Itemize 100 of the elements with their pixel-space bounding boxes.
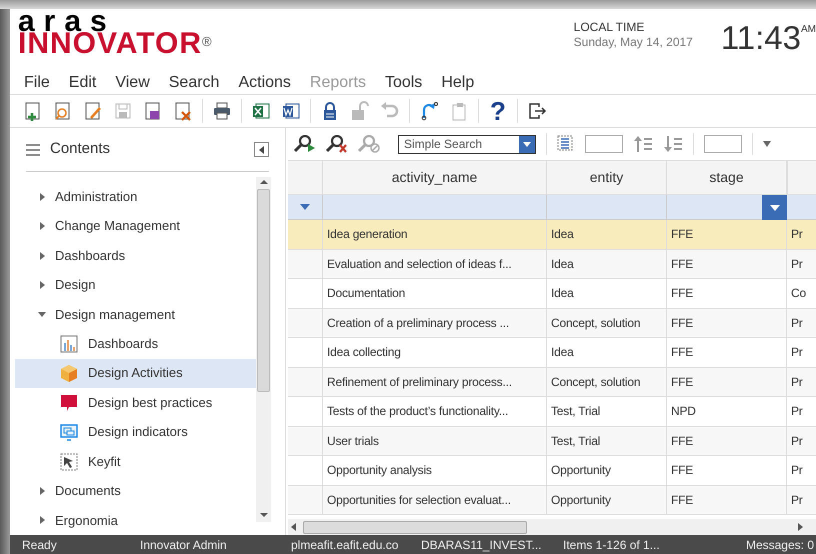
table-row[interactable]: User trials Test, Trial FFE Pr xyxy=(288,426,816,456)
tree-item[interactable]: Dashboards xyxy=(15,329,256,359)
table-cell-text: FFE xyxy=(671,226,694,244)
table-row[interactable]: Documentation Idea FFE Co xyxy=(288,279,816,308)
tree-item[interactable]: Design best practices xyxy=(15,388,256,418)
table-cell-text: FFE xyxy=(671,344,694,362)
select-rows-icon[interactable] xyxy=(557,135,575,153)
dropdown-caret-icon[interactable] xyxy=(763,141,771,147)
cursor-icon xyxy=(60,452,78,470)
logo-text: aras xyxy=(18,11,116,33)
table-row[interactable]: Creation of a preliminary process ... Concept, solution FFE Pr xyxy=(288,308,816,338)
table-row[interactable]: Refinement of preliminary process... Concept, solution FFE Pr xyxy=(288,368,816,397)
status-text: Ready xyxy=(21,536,58,554)
tree-item[interactable]: Dashboards xyxy=(15,240,256,270)
menu-item[interactable]: Tools xyxy=(384,70,422,94)
table-cell-text: FFE xyxy=(671,256,694,273)
menu-icon[interactable] xyxy=(26,144,40,156)
table-cell-text: User trials xyxy=(327,432,379,450)
panel-title: Contents xyxy=(50,139,110,160)
run-search-icon[interactable] xyxy=(294,135,316,153)
status-text: plmeafit.eafit.edu.co xyxy=(291,536,400,554)
table-cell-text: Opportunity xyxy=(551,462,611,480)
collapsed-caret-icon xyxy=(38,486,46,495)
table-cell-text: Pr xyxy=(791,403,803,420)
help-button[interactable]: ? xyxy=(485,98,511,124)
caret-icon xyxy=(523,142,531,146)
column-header[interactable]: entity xyxy=(547,161,667,194)
scrollbar-thumb[interactable] xyxy=(257,189,270,392)
registered-mark: ® xyxy=(202,35,212,48)
table-cell-text: Co xyxy=(791,285,806,302)
table-cell-text: Tests of the product’s functionality... xyxy=(327,403,508,420)
page-number-field[interactable] xyxy=(704,135,742,153)
table-cell-text: Idea xyxy=(551,344,574,362)
table-cell-text: Pr xyxy=(791,374,803,391)
table-row[interactable]: Evaluation and selection of ideas f... Idea FFE Pr xyxy=(288,250,816,279)
table-cell-text: Pr xyxy=(791,344,803,362)
table-cell-text: FFE xyxy=(671,314,694,332)
status-text: Messages: 0 xyxy=(744,536,815,554)
table-cell-text: Opportunity xyxy=(551,492,611,509)
table-cell-text: Pr xyxy=(791,432,803,450)
table-cell-text: Concept, solution xyxy=(551,314,640,332)
collapsed-caret-icon xyxy=(38,516,46,524)
table-cell-text: Test, Trial xyxy=(551,432,600,450)
column-header[interactable]: activity_name xyxy=(323,161,547,194)
table-row[interactable]: Tests of the product’s functionality... Test, Trial NPD Pr xyxy=(288,397,816,426)
tree-item[interactable]: Design xyxy=(15,270,256,300)
menu-item[interactable]: View xyxy=(115,70,150,94)
scroll-up-arrow-icon[interactable] xyxy=(260,177,268,187)
filter-caret-icon[interactable] xyxy=(300,204,310,210)
vertical-scrollbar[interactable] xyxy=(256,177,271,522)
scroll-down-arrow-icon[interactable] xyxy=(260,510,268,520)
bar-chart-icon xyxy=(60,334,78,353)
local-time-label: LOCAL TIME xyxy=(574,20,646,34)
menu-item[interactable]: Edit xyxy=(68,70,96,94)
collapsed-caret-icon xyxy=(38,192,46,201)
table-row[interactable]: Opportunity analysis Opportunity FFE Pr xyxy=(288,456,816,486)
tree-item[interactable]: Documents xyxy=(15,476,256,506)
collapse-button[interactable] xyxy=(254,142,269,157)
collapsed-caret-icon xyxy=(38,222,46,230)
table-cell-text: Idea generation xyxy=(327,226,408,244)
table-cell-text: FFE xyxy=(671,462,694,480)
table-cell-text: Idea xyxy=(551,226,574,244)
table-cell-text: Opportunities for selection evaluat... xyxy=(327,492,511,509)
page-size-field[interactable] xyxy=(585,135,623,153)
sort-ascending-icon[interactable] xyxy=(633,135,653,153)
scroll-left-arrow-icon[interactable] xyxy=(291,523,297,531)
table-row[interactable]: Idea generation Idea FFE Pr xyxy=(288,220,816,250)
search-mode-dropdown[interactable]: Simple Search xyxy=(398,134,536,154)
horizontal-scrollbar[interactable] xyxy=(288,519,816,535)
tree-item[interactable]: Design management xyxy=(15,300,256,330)
scrollbar-thumb[interactable] xyxy=(303,520,527,534)
table-row[interactable]: Idea collecting Idea FFE Pr xyxy=(288,338,816,368)
menu-item[interactable]: Actions xyxy=(238,70,291,94)
scroll-right-arrow-icon[interactable] xyxy=(797,523,803,531)
menu-item[interactable]: Search xyxy=(168,70,220,94)
sort-descending-icon[interactable] xyxy=(663,135,683,153)
menu-item[interactable]: File xyxy=(24,70,50,94)
filter-row[interactable] xyxy=(288,195,816,220)
caret-icon xyxy=(258,146,264,154)
status-text: DBARAS11_INVEST... xyxy=(421,536,542,554)
tree-item[interactable]: Keyfit xyxy=(15,446,256,476)
tree-item[interactable]: Design indicators xyxy=(15,417,256,447)
table-cell-text: Evaluation and selection of ideas f... xyxy=(327,256,512,273)
menu-item[interactable]: Help xyxy=(441,70,474,94)
date-text: Sunday, May 14, 2017 xyxy=(574,34,693,50)
tree-item[interactable]: Administration xyxy=(15,182,256,212)
tree-item[interactable]: Design Activities xyxy=(15,358,256,388)
column-header[interactable]: stage xyxy=(667,161,787,194)
filter-dropdown-button[interactable] xyxy=(762,195,787,220)
table-cell-text: Pr xyxy=(791,462,803,480)
table-cell-text: Pr xyxy=(791,492,803,509)
table-cell-text: Pr xyxy=(791,314,803,332)
clear-search-icon[interactable] xyxy=(326,135,348,153)
tree-item[interactable]: Ergonomia xyxy=(15,506,256,536)
table-row[interactable]: Opportunities for selection evaluat... Opportunity FFE Pr xyxy=(288,486,816,515)
table-cell-text: Pr xyxy=(791,226,803,244)
tree-item[interactable]: Change Management xyxy=(15,211,256,241)
table-cell-text: FFE xyxy=(671,374,694,391)
table-cell-text: FFE xyxy=(671,432,694,450)
status-text: Items 1-126 of 1... xyxy=(562,536,661,554)
